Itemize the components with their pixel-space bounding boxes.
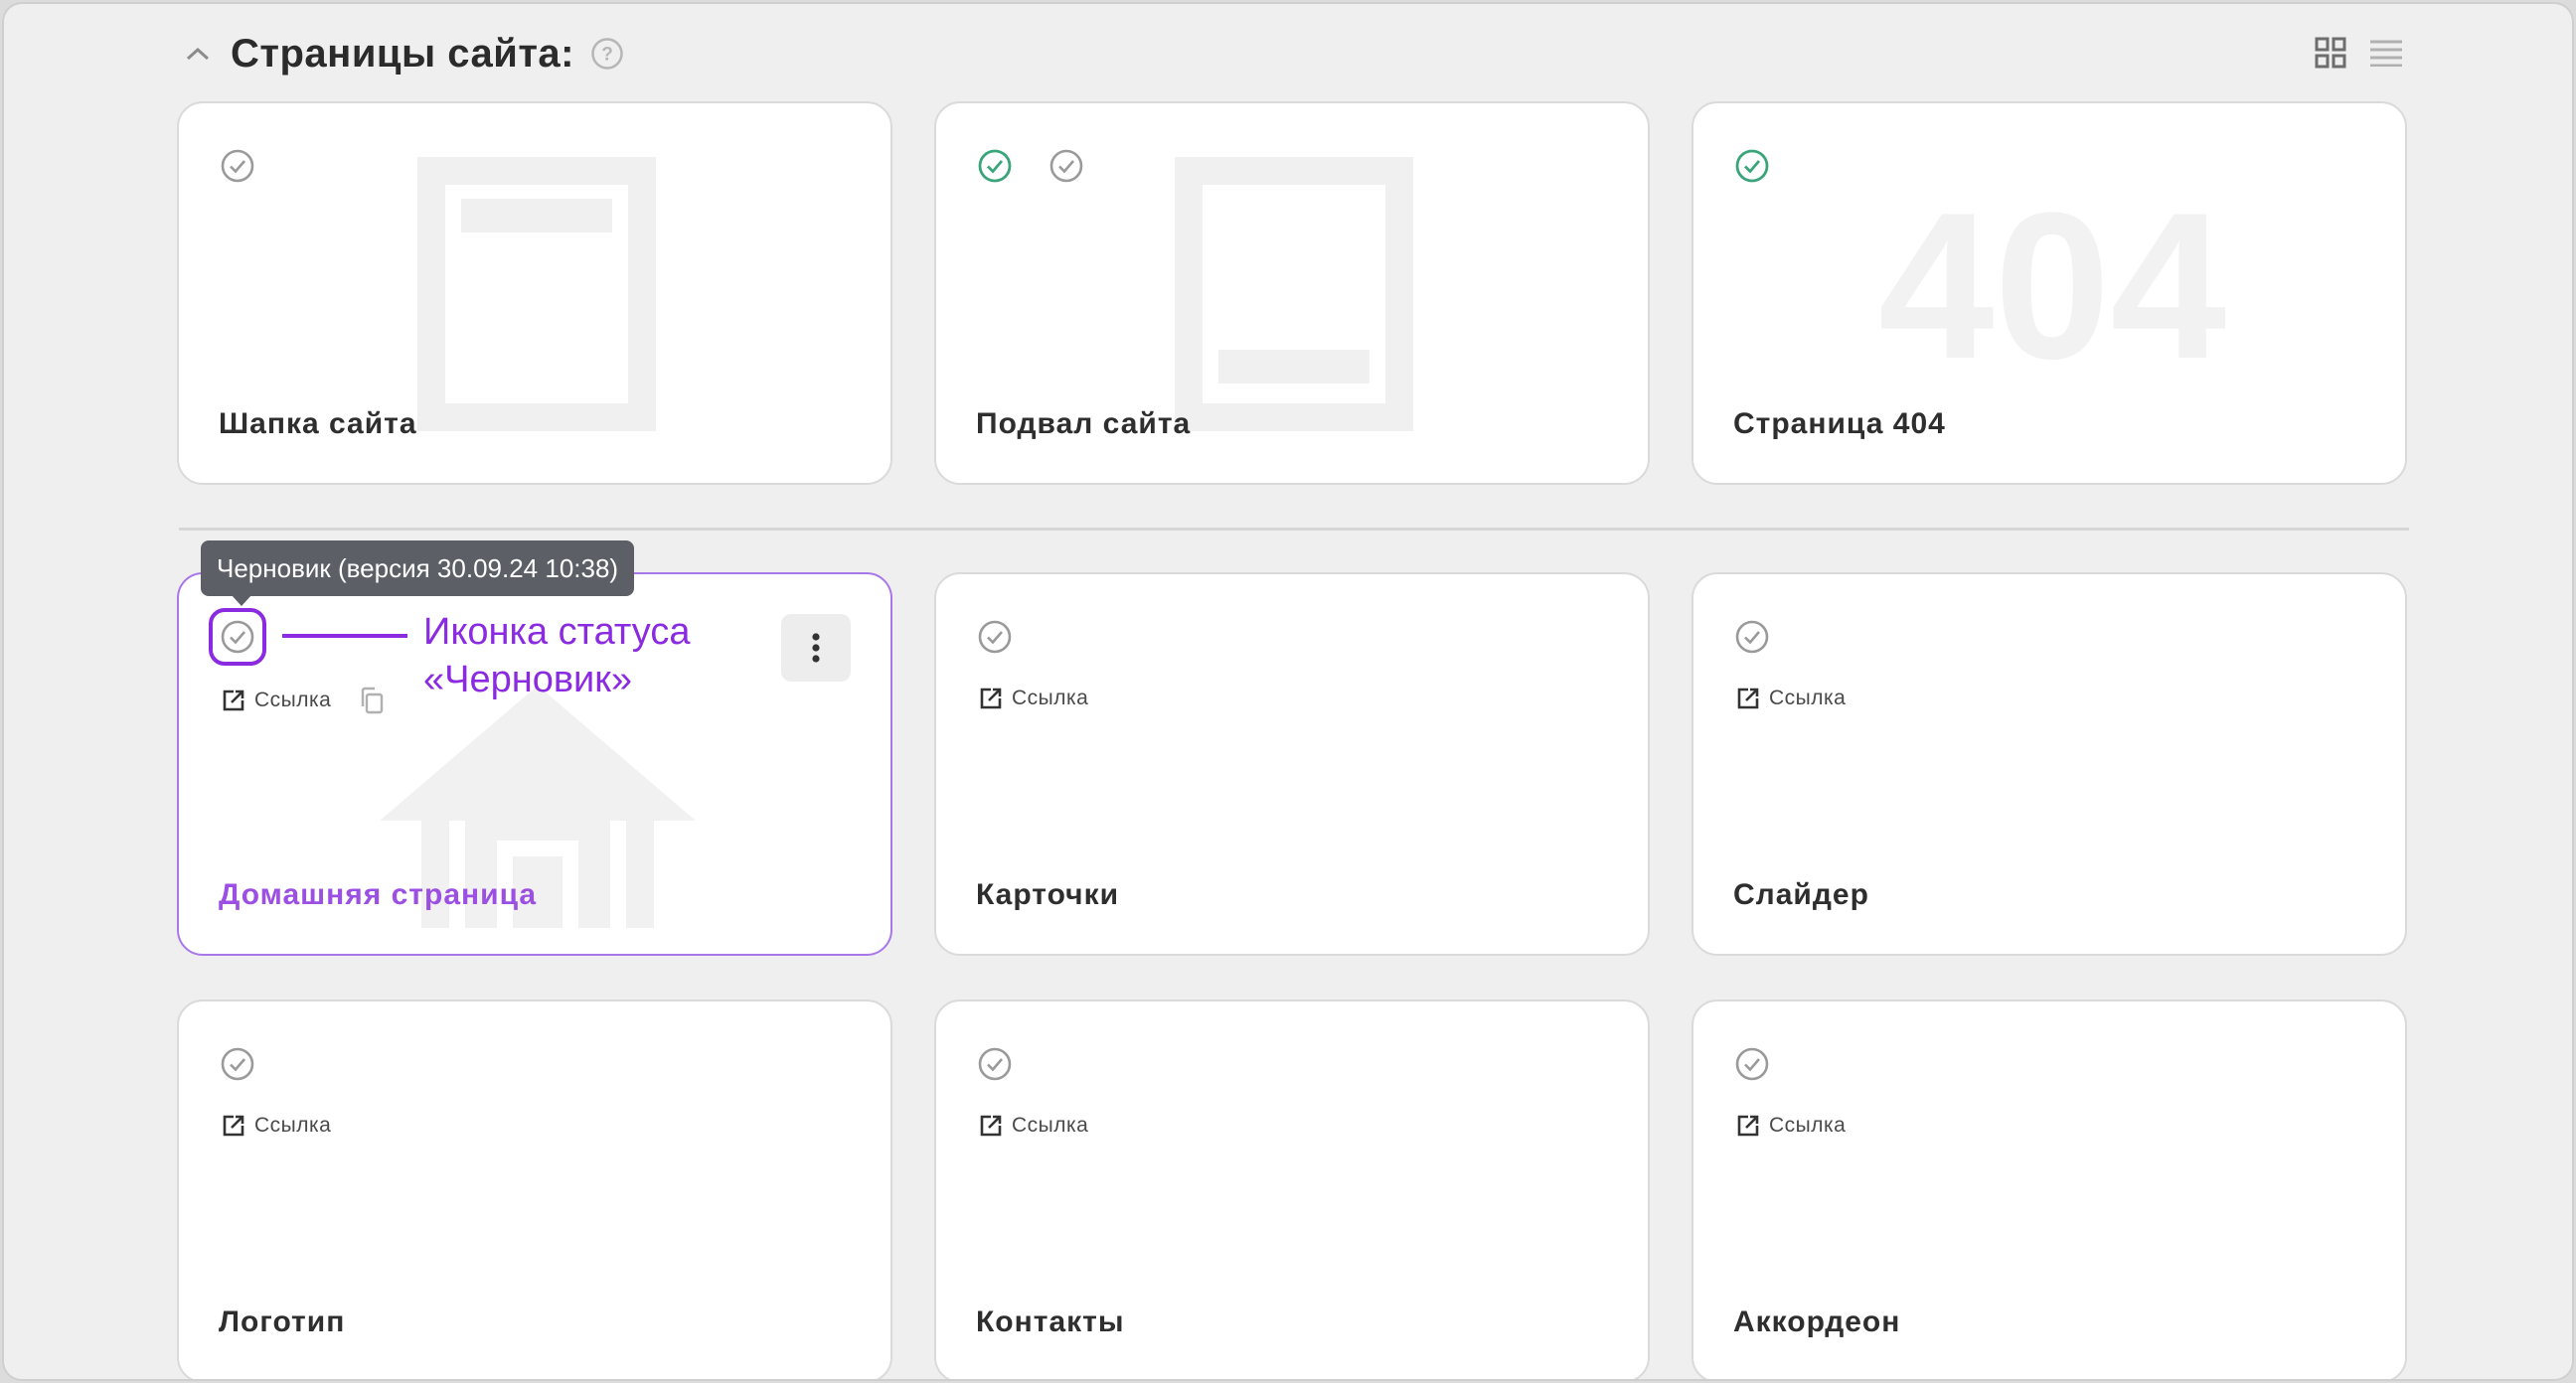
kebab-menu-icon [812,633,820,663]
page-link[interactable]: Ссылка [978,686,1088,711]
external-link-icon [978,686,1004,711]
external-link-icon [1735,1113,1761,1139]
status-row [1733,618,1771,656]
card-slider-page[interactable]: Ссылка Слайдер [1691,572,2407,956]
link-label: Ссылка [1769,1114,1847,1137]
card-site-header[interactable]: Шапка сайта [177,101,892,485]
published-status-icon[interactable] [976,147,1014,185]
card-logo-page[interactable]: Ссылка Логотип [177,999,892,1379]
draft-status-icon[interactable] [219,147,256,185]
status-row [219,1045,256,1083]
card-title: Шапка сайта [219,407,417,440]
draft-status-icon[interactable] [219,1045,256,1083]
link-label: Ссылка [1769,687,1847,709]
status-row [209,608,266,666]
external-link-icon [1735,686,1761,711]
header-template-watermark [417,157,656,431]
status-row [1733,1045,1771,1083]
section-header: Страницы сайта: ? [183,26,624,81]
annotation-line2: «Черновик» [423,659,633,700]
card-title: Контакты [976,1306,1125,1338]
page-link[interactable]: Ссылка [221,686,387,715]
status-row [976,1045,1014,1083]
status-row [219,147,256,185]
chevron-up-icon[interactable] [183,39,213,69]
draft-status-icon[interactable] [1047,147,1085,185]
card-title: Логотип [219,1306,346,1338]
status-tooltip: Черновик (версия 30.09.24 10:38) [201,540,635,596]
copy-icon[interactable] [357,686,387,715]
svg-text:?: ? [601,45,613,66]
external-link-icon [978,1113,1004,1139]
draft-status-icon[interactable] [976,1045,1014,1083]
card-title: Слайдер [1733,878,1869,911]
external-link-icon [221,688,246,713]
more-options-button[interactable] [781,614,851,682]
svg-text:404: 404 [1878,199,2226,378]
section-title: Страницы сайта: [231,31,574,76]
draft-status-icon[interactable] [1733,618,1771,656]
card-title: Домашняя страница [219,878,538,911]
annotation-line [282,634,407,638]
page-link[interactable]: Ссылка [1735,686,1846,711]
link-label: Ссылка [254,1114,332,1137]
section-divider [179,528,2409,531]
footer-template-watermark [1175,157,1413,431]
404-watermark: 404 [1878,199,2226,378]
card-contacts-page[interactable]: Ссылка Контакты [934,999,1650,1379]
draft-status-icon[interactable] [1733,1045,1771,1083]
card-title: Страница 404 [1733,407,1946,440]
draft-status-icon[interactable] [976,618,1014,656]
card-page-404[interactable]: 404 Страница 404 [1691,101,2407,485]
tooltip-arrow [231,594,252,606]
card-title: Карточки [976,878,1120,911]
external-link-icon [221,1113,246,1139]
status-row [976,147,1085,185]
list-view-icon[interactable] [2367,34,2405,72]
page-link[interactable]: Ссылка [978,1113,1088,1139]
draft-status-icon[interactable] [209,608,266,666]
status-row [976,618,1014,656]
card-title: Аккордеон [1733,1306,1901,1338]
link-label: Ссылка [1012,1114,1089,1137]
grid-view-icon[interactable] [2312,34,2349,72]
link-label: Ссылка [254,689,332,711]
link-label: Ссылка [1012,687,1089,709]
page-frame: Страницы сайта: ? Шапка сайта Подвал сай… [2,2,2574,1381]
card-site-footer[interactable]: Подвал сайта [934,101,1650,485]
page-link[interactable]: Ссылка [1735,1113,1846,1139]
annotation-line1: Иконка статуса [423,611,691,653]
page-link[interactable]: Ссылка [221,1113,331,1139]
published-status-icon[interactable] [1733,147,1771,185]
card-cards-page[interactable]: Ссылка Карточки [934,572,1650,956]
status-row [1733,147,1771,185]
annotation-text: Иконка статуса «Черновик» [423,608,690,703]
question-circle-icon[interactable]: ? [590,37,624,71]
card-title: Подвал сайта [976,407,1192,440]
card-accordion-page[interactable]: Ссылка Аккордеон [1691,999,2407,1379]
